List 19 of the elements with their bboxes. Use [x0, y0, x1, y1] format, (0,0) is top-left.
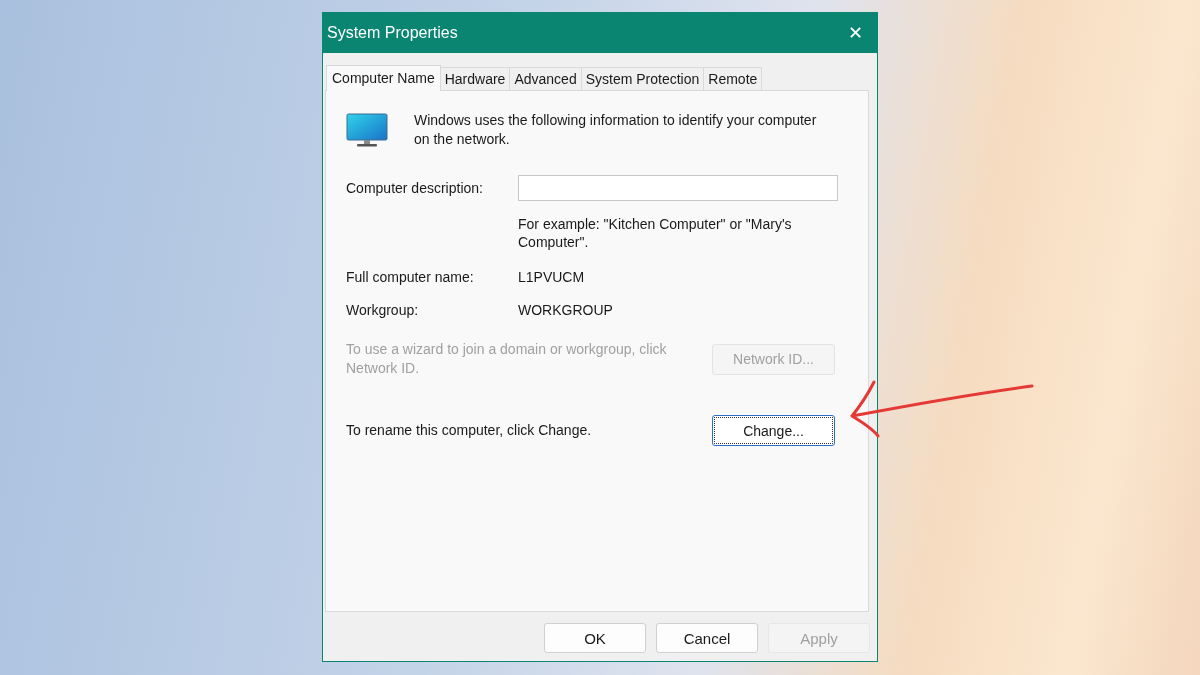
- description-field[interactable]: [518, 175, 838, 201]
- instruction-text: To use a wizard to join a domain or workgroup, click Network ID.: [346, 340, 668, 378]
- intro-text: Windows uses the following information to identify your computer on the network.: [414, 111, 818, 149]
- instruction-text: To rename this computer, click Change.: [346, 421, 593, 440]
- field-label: Full computer name:: [346, 269, 475, 285]
- field-value: WORKGROUP: [518, 302, 614, 318]
- tab[interactable]: System Protection: [580, 67, 705, 90]
- hint-text: For example: "Kitchen Computer" or "Mary's Computer".: [518, 215, 793, 251]
- window-title: System Properties: [327, 24, 458, 42]
- monitor-icon: [346, 113, 388, 147]
- field-label: Workgroup:: [346, 302, 420, 318]
- dialog-button[interactable]: OK: [544, 623, 646, 653]
- field-label: Computer description:: [346, 180, 484, 196]
- dialog-button[interactable]: Cancel: [656, 623, 758, 653]
- tab[interactable]: Computer Name: [326, 65, 441, 91]
- action-button[interactable]: Change...: [712, 415, 835, 446]
- tab[interactable]: Remote: [703, 67, 763, 90]
- field-value: L1PVUCM: [518, 269, 586, 285]
- close-button[interactable]: ✕: [845, 22, 865, 44]
